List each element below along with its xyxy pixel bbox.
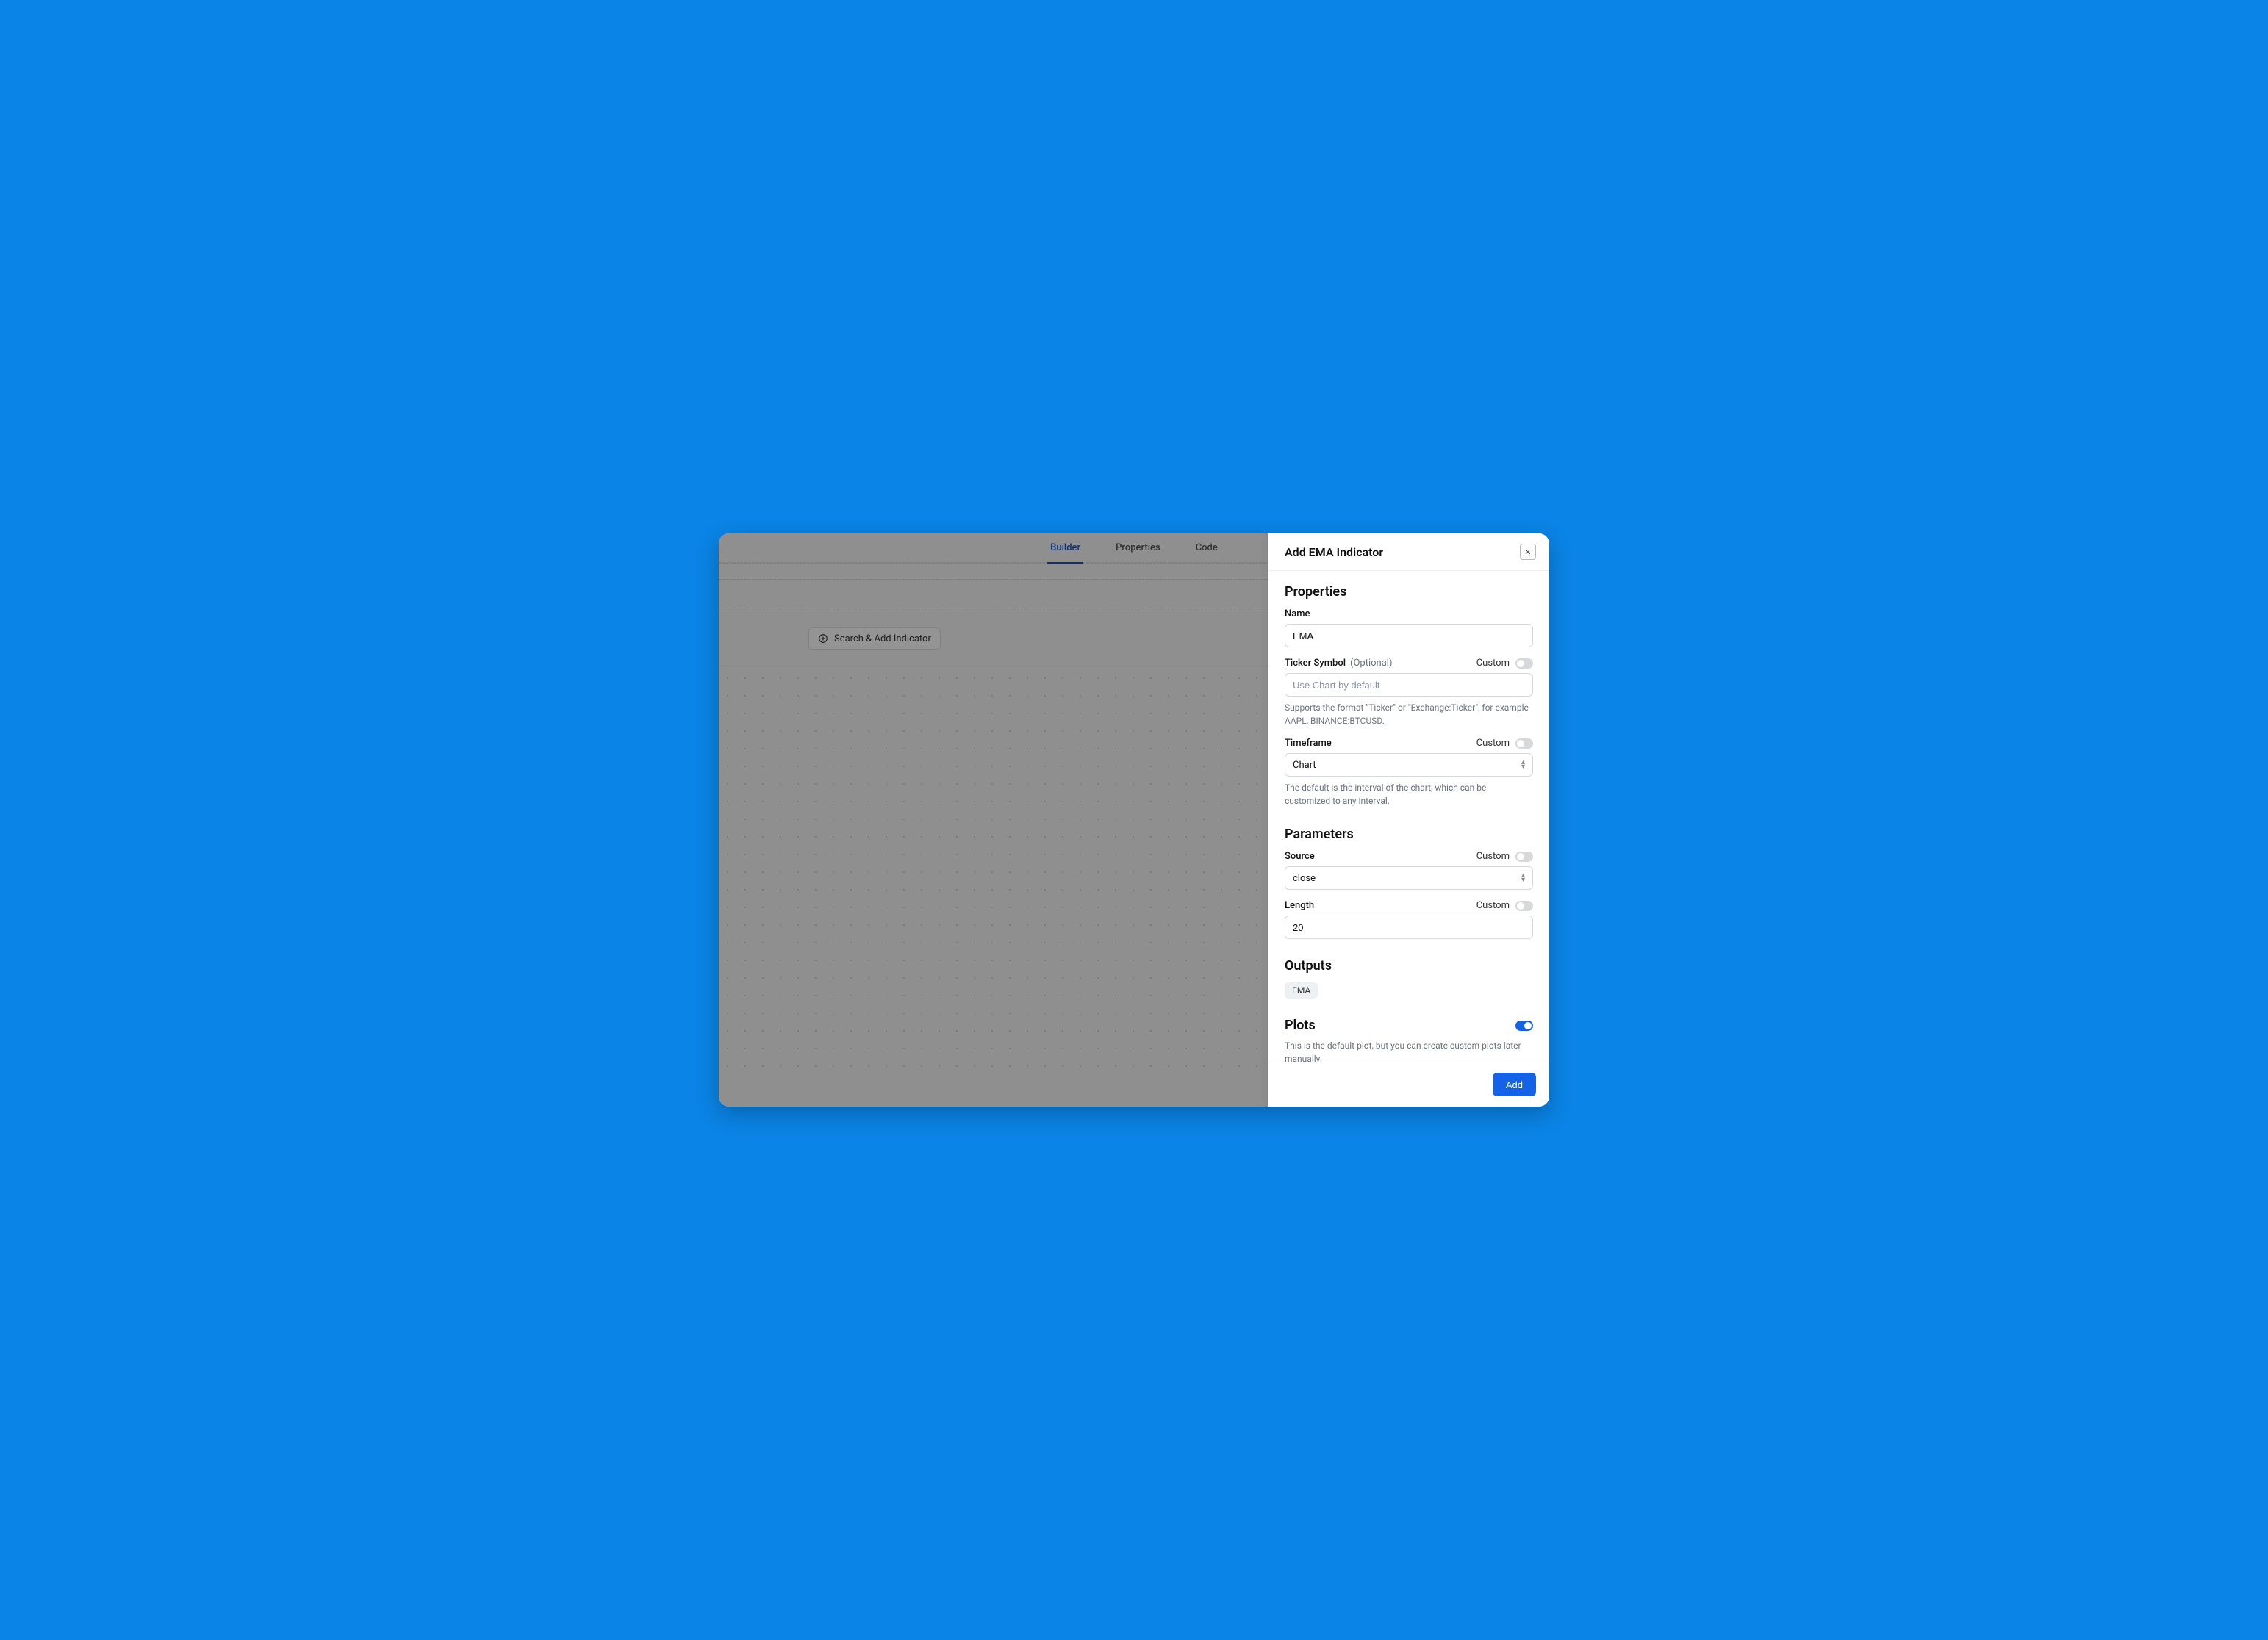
source-label: Source [1285, 851, 1315, 862]
plots-helper: This is the default plot, but you can cr… [1285, 1039, 1533, 1062]
timeframe-custom-toggle[interactable] [1515, 738, 1533, 749]
timeframe-helper: The default is the interval of the chart… [1285, 781, 1533, 808]
panel-header: Add EMA Indicator [1268, 533, 1549, 571]
name-label: Name [1285, 608, 1310, 619]
ticker-custom-label: Custom [1476, 658, 1510, 669]
panel-body: Properties Name Ticker Symbol (Optional)… [1268, 571, 1549, 1062]
ticker-helper: Supports the format "Ticker" or "Exchang… [1285, 701, 1533, 727]
length-label: Length [1285, 900, 1314, 911]
field-length: Length Custom [1285, 900, 1533, 939]
length-custom-toggle[interactable] [1515, 901, 1533, 911]
field-name: Name [1285, 608, 1533, 647]
add-indicator-panel: Add EMA Indicator Properties Name [1268, 533, 1549, 1107]
plots-enabled-toggle[interactable] [1515, 1021, 1533, 1031]
field-ticker: Ticker Symbol (Optional) Custom Supports… [1285, 658, 1533, 727]
timeframe-label: Timeframe [1285, 738, 1332, 749]
timeframe-custom-label: Custom [1476, 738, 1510, 749]
close-icon [1524, 548, 1532, 555]
output-chip: EMA [1285, 982, 1318, 999]
source-custom-toggle[interactable] [1515, 852, 1533, 862]
section-properties: Properties [1285, 584, 1533, 600]
ticker-optional: (Optional) [1350, 658, 1392, 669]
panel-footer: Add [1268, 1062, 1549, 1107]
source-custom-label: Custom [1476, 851, 1510, 862]
length-input[interactable] [1285, 916, 1533, 939]
chevron-updown-icon: ▴▾ [1521, 760, 1525, 769]
ticker-custom-toggle[interactable] [1515, 658, 1533, 669]
section-plots: Plots [1285, 1018, 1316, 1033]
source-select[interactable]: close ▴▾ [1285, 866, 1533, 890]
timeframe-value: Chart [1293, 760, 1316, 771]
close-button[interactable] [1520, 544, 1536, 560]
source-value: close [1293, 873, 1316, 884]
app-window: Builder Properties Code + ✎ Search & Add… [719, 533, 1549, 1107]
outputs-list: EMA [1285, 982, 1533, 999]
panel-title: Add EMA Indicator [1285, 545, 1383, 559]
section-parameters: Parameters [1285, 827, 1533, 842]
ticker-label: Ticker Symbol [1285, 658, 1346, 669]
chevron-updown-icon: ▴▾ [1521, 874, 1525, 882]
section-outputs: Outputs [1285, 958, 1533, 974]
length-custom-label: Custom [1476, 900, 1510, 911]
field-timeframe: Timeframe Custom Chart ▴▾ The default is… [1285, 738, 1533, 808]
name-input[interactable] [1285, 624, 1533, 647]
timeframe-select[interactable]: Chart ▴▾ [1285, 753, 1533, 777]
ticker-input[interactable] [1285, 673, 1533, 697]
field-source: Source Custom close ▴▾ [1285, 851, 1533, 890]
add-button[interactable]: Add [1493, 1073, 1536, 1096]
